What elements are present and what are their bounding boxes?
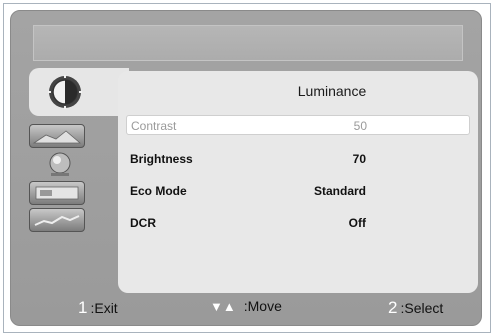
panel-title: Luminance	[297, 83, 367, 99]
osd-settings-icon	[29, 181, 85, 205]
picture-icon	[29, 124, 85, 148]
menu-item-dcr[interactable]: DCR Off	[126, 213, 470, 233]
select-key: 2	[388, 298, 398, 317]
menu-item-value: Off	[348, 216, 366, 230]
move-hint[interactable]: ▼▲ :Move	[210, 298, 282, 314]
menu-item-label: Eco Mode	[130, 184, 187, 198]
osd-menu: Luminance Contrast 50 Brightness 70 Eco …	[10, 10, 482, 326]
select-label: :Select	[400, 300, 444, 316]
tab-setup[interactable]	[29, 208, 85, 232]
menu-item-value: 70	[352, 152, 366, 166]
content-panel: Luminance Contrast 50 Brightness 70 Eco …	[118, 71, 478, 293]
exit-label: :Exit	[90, 300, 118, 316]
sun-half-icon	[48, 75, 82, 109]
tab-color[interactable]	[45, 151, 75, 182]
menu-item-value: 50	[353, 119, 367, 133]
menu-item-label: DCR	[130, 216, 156, 230]
setup-icon	[29, 208, 85, 232]
menu-item-brightness[interactable]: Brightness 70	[126, 149, 470, 169]
tab-image[interactable]	[29, 124, 85, 148]
exit-hint[interactable]: 1 :Exit	[78, 298, 118, 318]
move-label: :Move	[243, 298, 282, 314]
osd-title-bar	[33, 25, 463, 61]
osd-footer: 1 :Exit ▼▲ :Move 2 :Select	[33, 293, 465, 323]
tab-luminance[interactable]	[29, 68, 129, 116]
menu-item-contrast[interactable]: Contrast 50	[126, 115, 470, 135]
menu-item-label: Contrast	[131, 119, 177, 133]
menu-item-value: Standard	[313, 184, 366, 198]
menu-item-label: Brightness	[130, 152, 193, 166]
menu-item-eco-mode[interactable]: Eco Mode Standard	[126, 181, 470, 201]
color-globe-icon	[49, 152, 71, 176]
select-hint[interactable]: 2 :Select	[388, 298, 443, 318]
exit-key: 1	[78, 298, 88, 317]
tab-osd-settings[interactable]	[29, 181, 85, 205]
up-down-arrows-icon: ▼▲	[210, 299, 236, 314]
